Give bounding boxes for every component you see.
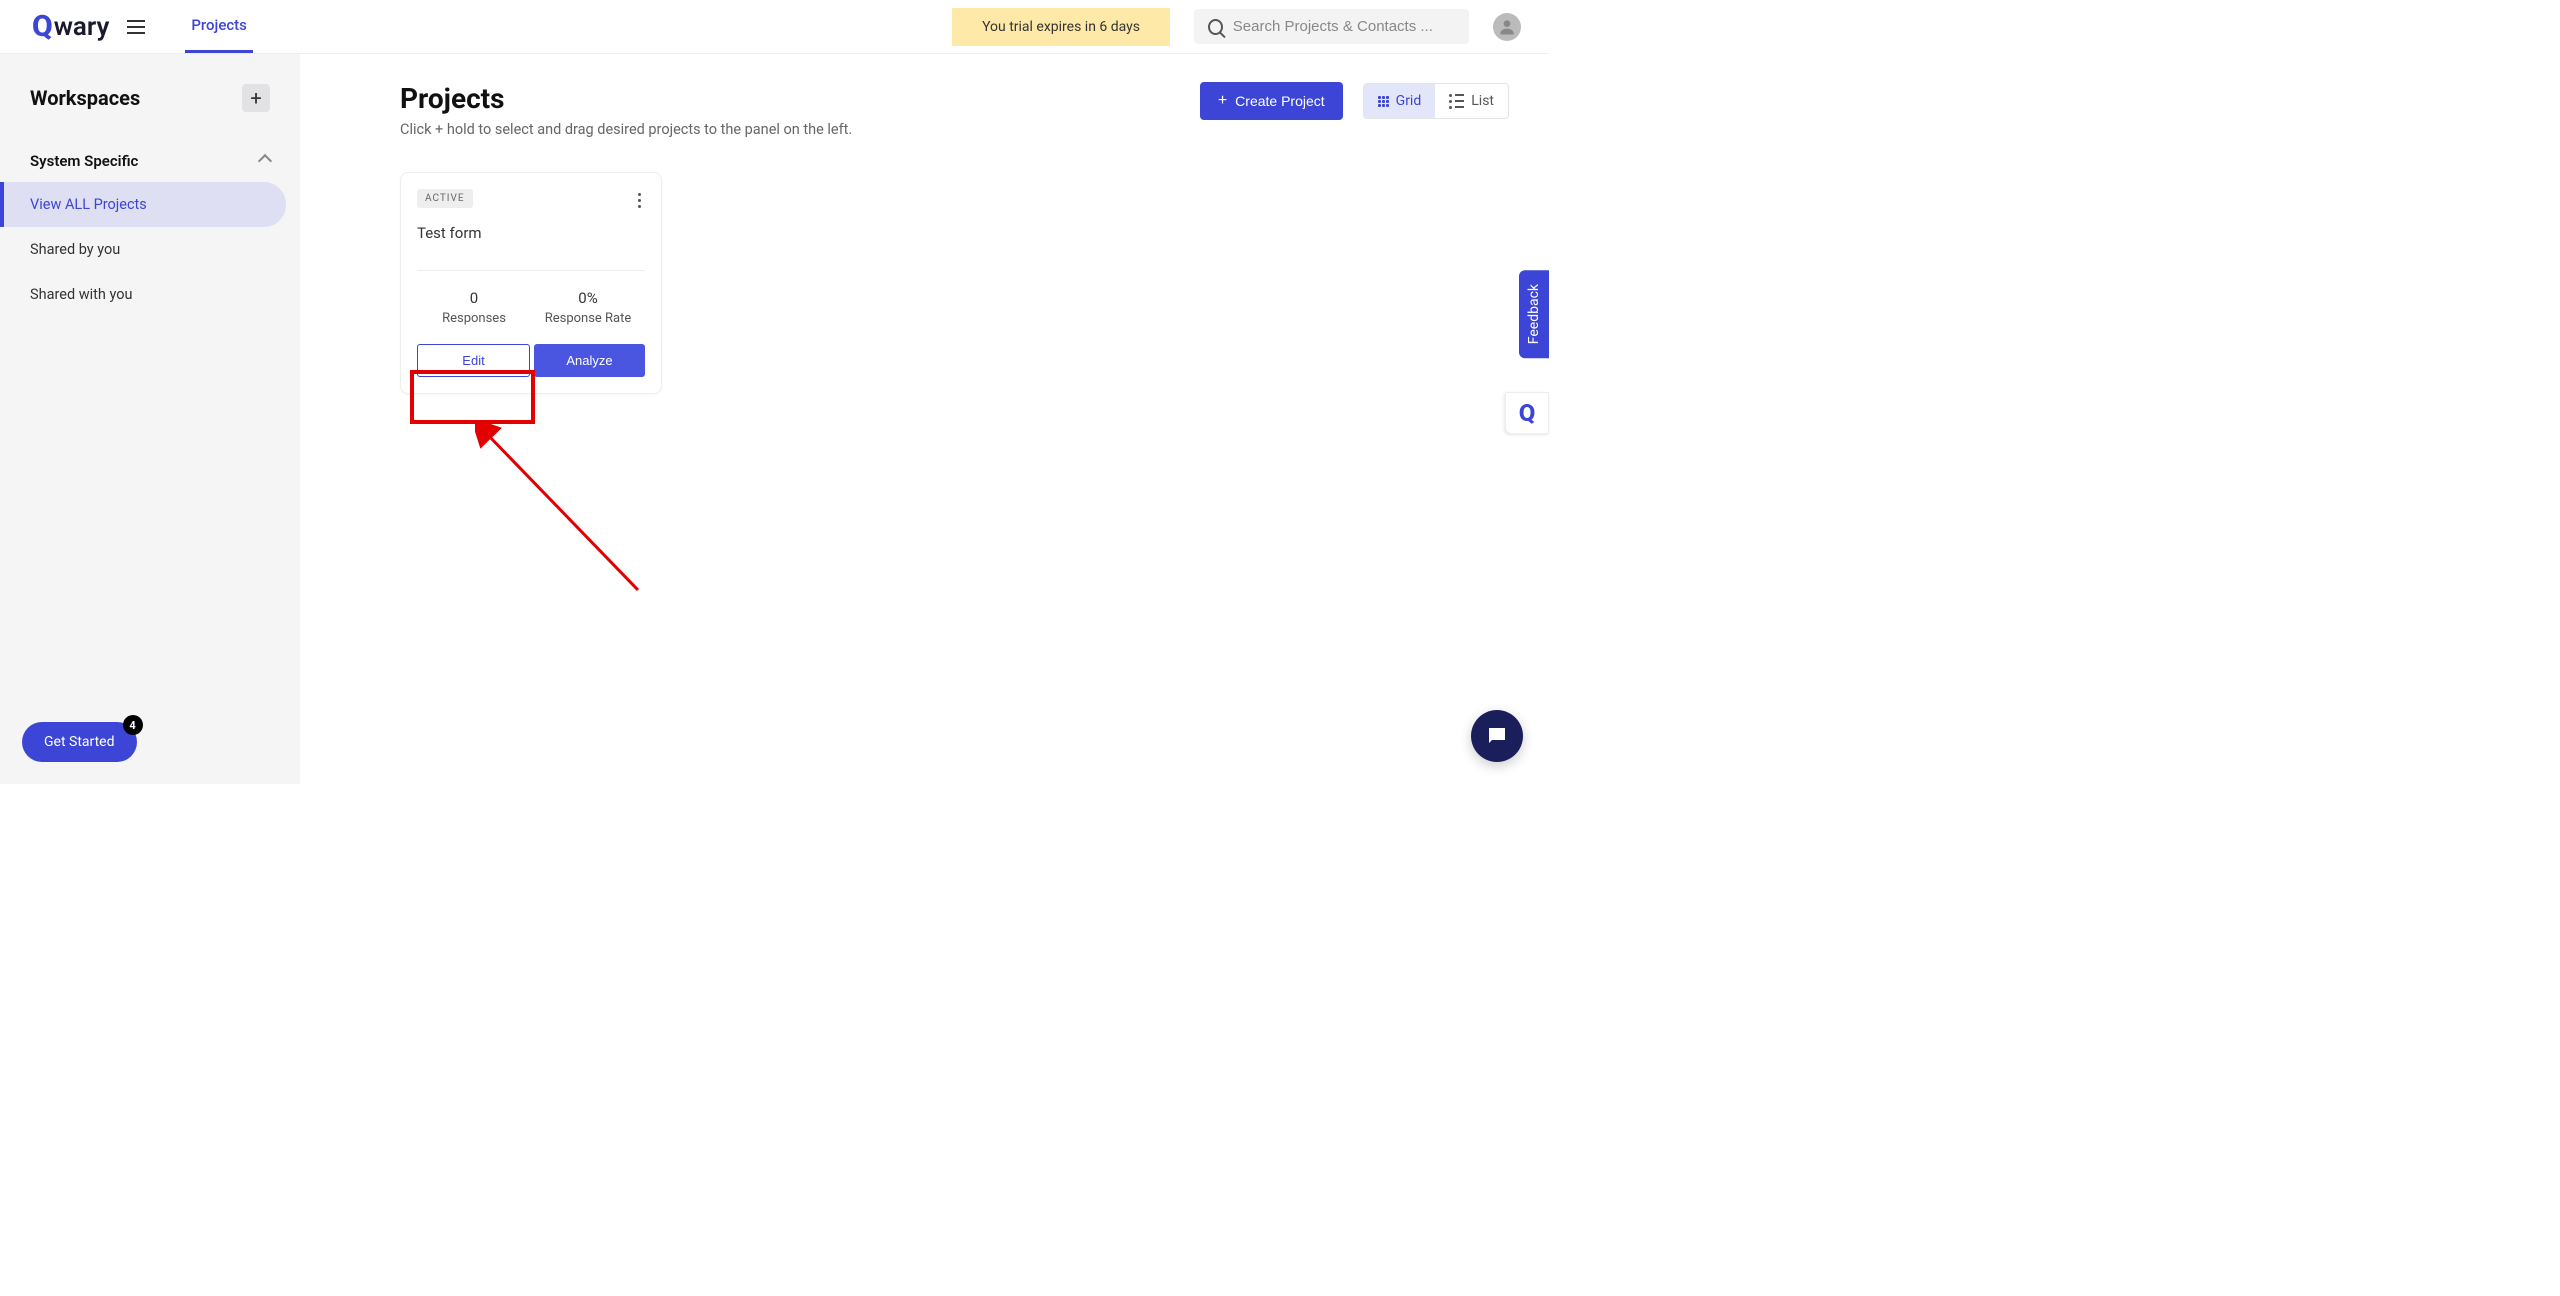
responses-label: Responses <box>417 311 531 326</box>
header-right: You trial expires in 6 days <box>952 8 1529 46</box>
main-header: Projects Click + hold to select and drag… <box>400 82 1509 138</box>
project-card[interactable]: ACTIVE Test form 0 Responses 0% Response… <box>400 172 662 394</box>
logo-text: wary <box>54 12 110 42</box>
sidebar-item-shared-with-you[interactable]: Shared with you <box>0 272 286 317</box>
card-menu-icon[interactable] <box>634 189 645 212</box>
sidebar: Workspaces + System Specific View ALL Pr… <box>0 54 300 784</box>
workspaces-header: Workspaces + <box>14 84 286 112</box>
list-icon <box>1449 94 1464 109</box>
user-avatar[interactable] <box>1493 13 1521 41</box>
stat-responses: 0 Responses <box>417 289 531 326</box>
chat-bubble-button[interactable] <box>1471 710 1523 762</box>
menu-icon[interactable] <box>127 20 145 34</box>
view-toggle: Grid List <box>1363 83 1509 119</box>
card-title: Test form <box>417 224 645 242</box>
workspaces-title: Workspaces <box>30 86 140 110</box>
chat-icon <box>1485 724 1509 748</box>
responses-value: 0 <box>417 289 531 307</box>
grid-icon <box>1378 96 1389 107</box>
get-started-label: Get Started <box>44 734 115 750</box>
view-list-label: List <box>1471 93 1494 109</box>
person-icon <box>1497 17 1517 37</box>
rate-label: Response Rate <box>531 311 645 326</box>
view-grid-label: Grid <box>1396 93 1422 109</box>
search-box[interactable] <box>1194 9 1469 44</box>
view-grid-button[interactable]: Grid <box>1364 84 1436 118</box>
workspace-section-label: System Specific <box>30 152 138 170</box>
page-subtitle: Click + hold to select and drag desired … <box>400 121 852 138</box>
search-icon <box>1208 19 1223 35</box>
get-started-button[interactable]: Get Started 4 <box>22 722 137 762</box>
edit-button[interactable]: Edit <box>417 344 530 377</box>
card-stats: 0 Responses 0% Response Rate <box>417 270 645 326</box>
feedback-tab[interactable]: Feedback <box>1519 270 1549 358</box>
get-started-badge: 4 <box>123 715 143 735</box>
app-header: Qwary Projects You trial expires in 6 da… <box>0 0 1549 54</box>
header-tabs: Projects <box>185 0 253 53</box>
plus-icon: + <box>1218 92 1227 110</box>
analyze-button[interactable]: Analyze <box>534 344 645 377</box>
chevron-up-icon <box>258 154 272 168</box>
workspace-section[interactable]: System Specific <box>14 140 286 182</box>
tab-projects[interactable]: Projects <box>185 0 253 53</box>
feedback-logo-icon[interactable]: Q <box>1505 392 1549 434</box>
main-content: Projects Click + hold to select and drag… <box>300 54 1549 784</box>
rate-value: 0% <box>531 289 645 307</box>
sidebar-item-all-projects[interactable]: View ALL Projects <box>0 182 286 227</box>
logo[interactable]: Qwary <box>32 9 109 44</box>
add-workspace-button[interactable]: + <box>242 84 270 112</box>
sidebar-item-shared-by-you[interactable]: Shared by you <box>0 227 286 272</box>
stat-rate: 0% Response Rate <box>531 289 645 326</box>
search-input[interactable] <box>1233 18 1455 35</box>
view-list-button[interactable]: List <box>1435 84 1508 118</box>
trial-banner: You trial expires in 6 days <box>952 8 1170 46</box>
page-title: Projects <box>400 82 852 115</box>
create-project-label: Create Project <box>1235 93 1324 109</box>
logo-q-icon: Q <box>32 9 53 44</box>
create-project-button[interactable]: + Create Project <box>1200 82 1343 120</box>
status-badge: ACTIVE <box>417 189 473 208</box>
